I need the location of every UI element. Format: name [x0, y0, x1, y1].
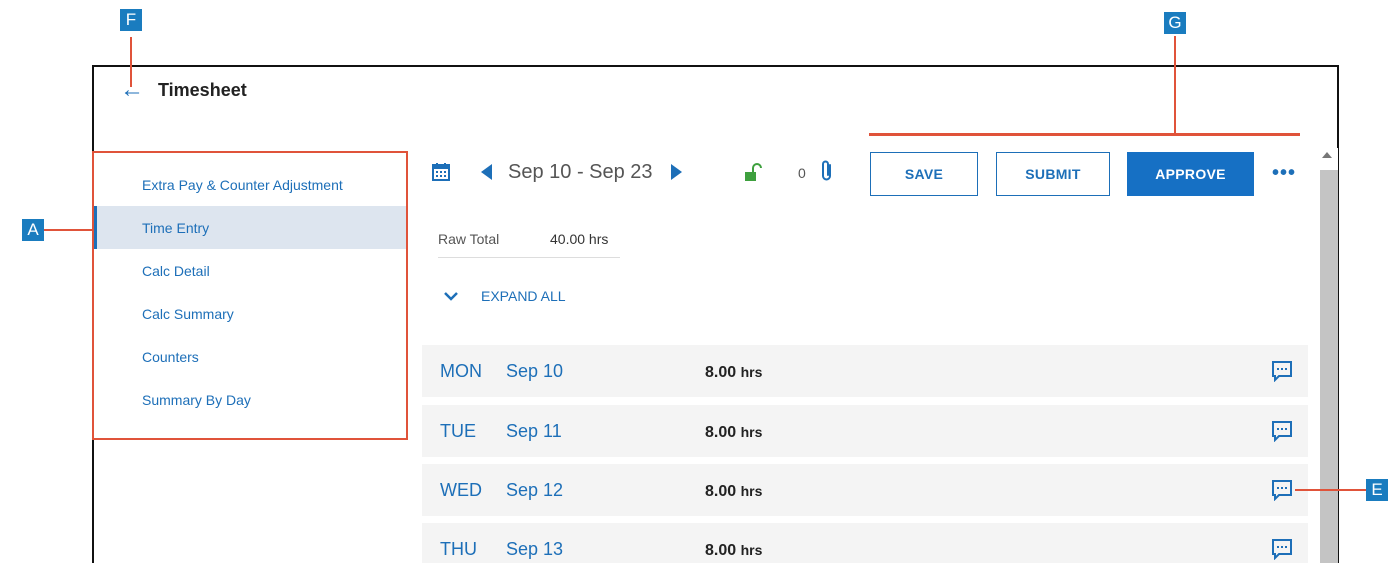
- callout-f-line: [130, 37, 132, 87]
- day-row-wed[interactable]: WED Sep 12 8.00 hrs: [422, 464, 1308, 516]
- day-date: Sep 13: [506, 539, 564, 559]
- submit-button[interactable]: SUBMIT: [996, 152, 1110, 196]
- day-row-thu[interactable]: THU Sep 13 8.00 hrs: [422, 523, 1308, 563]
- hours-value: 8.00: [705, 424, 737, 441]
- callout-a-box: [92, 151, 408, 440]
- day-of-week: WED: [440, 480, 482, 500]
- comment-icon[interactable]: [1271, 360, 1293, 382]
- hours-unit: hrs: [740, 364, 763, 380]
- day-row-mon[interactable]: MON Sep 10 8.00 hrs: [422, 345, 1308, 397]
- day-row-tue[interactable]: TUE Sep 11 8.00 hrs: [422, 405, 1308, 457]
- previous-period-icon[interactable]: [481, 164, 492, 180]
- hours-value: 8.00: [705, 483, 737, 500]
- callout-g-stem: [1174, 36, 1176, 134]
- scroll-thumb[interactable]: [1320, 170, 1338, 563]
- callout-g-line: [869, 133, 1300, 136]
- callout-e-label: E: [1366, 479, 1388, 501]
- day-date: Sep 10: [506, 361, 564, 381]
- calendar-icon[interactable]: [431, 162, 451, 182]
- callout-f-label: F: [120, 9, 142, 31]
- date-range: Sep 10 - Sep 23: [508, 161, 653, 183]
- hours-unit: hrs: [740, 424, 763, 440]
- day-hours: 8.00 hrs: [705, 421, 762, 444]
- day-hours: 8.00 hrs: [705, 361, 762, 384]
- callout-g-label: G: [1164, 12, 1186, 34]
- comment-icon[interactable]: [1271, 479, 1293, 501]
- hours-unit: hrs: [740, 483, 763, 499]
- day-hours: 8.00 hrs: [705, 480, 762, 503]
- page-header: ← Timesheet: [120, 78, 247, 102]
- day-of-week: MON: [440, 361, 482, 381]
- scroll-up-icon[interactable]: [1322, 152, 1332, 158]
- callout-e-line: [1295, 489, 1367, 491]
- comment-icon[interactable]: [1271, 538, 1293, 560]
- hours-value: 8.00: [705, 364, 737, 381]
- attachment-count: 0: [798, 165, 806, 181]
- day-of-week: THU: [440, 539, 477, 559]
- expand-all-label: EXPAND ALL: [481, 288, 566, 304]
- day-of-week: TUE: [440, 421, 476, 441]
- page-title: Timesheet: [158, 79, 247, 100]
- next-period-icon[interactable]: [671, 164, 682, 180]
- expand-all-button[interactable]: EXPAND ALL: [443, 288, 566, 304]
- day-hours: 8.00 hrs: [705, 539, 762, 562]
- more-options-icon[interactable]: •••: [1272, 163, 1296, 183]
- day-date: Sep 12: [506, 480, 564, 500]
- back-arrow-icon[interactable]: ←: [120, 78, 148, 102]
- callout-a-line: [44, 229, 92, 231]
- chevron-down-icon: [444, 292, 458, 301]
- raw-total: Raw Total 40.00 hrs: [438, 231, 620, 258]
- unlock-icon[interactable]: [744, 163, 762, 183]
- vertical-scrollbar[interactable]: [1318, 148, 1338, 563]
- comment-icon[interactable]: [1271, 420, 1293, 442]
- hours-value: 8.00: [705, 542, 737, 559]
- paperclip-icon[interactable]: [820, 159, 834, 183]
- day-date: Sep 11: [506, 421, 562, 441]
- approve-button[interactable]: APPROVE: [1127, 152, 1254, 196]
- callout-a-label: A: [22, 219, 44, 241]
- hours-unit: hrs: [740, 542, 763, 558]
- raw-total-value: 40.00 hrs: [550, 231, 609, 247]
- save-button[interactable]: SAVE: [870, 152, 978, 196]
- raw-total-label: Raw Total: [438, 231, 500, 247]
